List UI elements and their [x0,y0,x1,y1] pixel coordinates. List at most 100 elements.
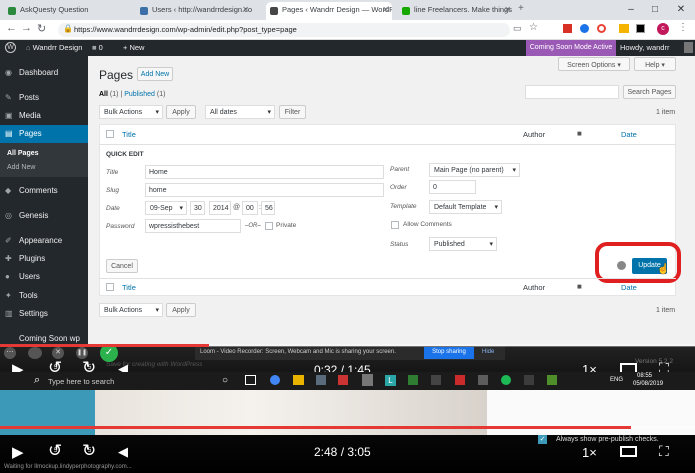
user-avatar[interactable] [684,42,693,53]
app-icon[interactable] [455,375,465,385]
language-indicator[interactable]: ENG [610,377,623,383]
extension-icon[interactable] [597,24,606,33]
app-icon[interactable] [338,375,348,385]
sidebar-subitem-add-new[interactable]: Add New [0,162,88,176]
add-new-button[interactable]: Add New [137,67,173,81]
day-input[interactable]: 30 [190,201,205,215]
extension-icon[interactable] [636,24,645,33]
status-select[interactable]: Published [429,237,497,251]
more-icon[interactable]: ⋯ [4,347,16,359]
sidebar-item-plugins[interactable]: ✚ Plugins [0,250,88,268]
play-icon[interactable]: ▶ [12,443,24,461]
volume-icon[interactable]: ◀ [118,444,128,460]
dates-select[interactable]: All dates [205,105,275,119]
task-view-icon[interactable] [245,375,256,385]
wordpress-logo-icon[interactable]: W [5,42,16,53]
browser-tab[interactable]: line Freelancers. Make things ha ✕ [398,2,514,20]
prepublish-checkbox[interactable]: ✓ [538,435,547,444]
address-bar[interactable]: 🔒 https://www.wandrrdesign.com/wp-admin/… [58,23,510,37]
filter-button[interactable]: Filter [279,105,306,119]
bookmark-star-icon[interactable]: ☆ [529,22,538,33]
slug-input[interactable]: home [145,183,384,197]
back-icon[interactable]: ← [6,22,17,34]
app-icon[interactable] [362,374,373,386]
filter-all-link[interactable]: All [99,91,108,98]
site-name-link[interactable]: ⌂ Wandrr Design [26,43,82,52]
sidebar-item-posts[interactable]: ✎ Posts [0,89,88,107]
camera-icon[interactable] [28,347,42,359]
tab-close-icon[interactable]: ✕ [382,5,389,14]
screen-options-button[interactable]: Screen Options ▾ [558,57,630,71]
howdy-user-link[interactable]: Howdy, wandrr [620,43,669,52]
taskbar-search[interactable]: Type here to search [48,377,114,386]
sidebar-item-tools[interactable]: ✦ Tools [0,287,88,305]
reload-icon[interactable]: ↻ [37,22,46,35]
cancel-button[interactable]: Cancel [106,259,138,273]
spotify-icon[interactable] [501,375,511,385]
sidebar-item-settings[interactable]: ▥ Settings [0,305,88,323]
video1-progress-track[interactable] [0,344,695,347]
browser-tab-active[interactable]: Pages ‹ Wandrr Design — WordP ✕ [266,2,392,20]
help-button[interactable]: Help ▾ [634,57,676,71]
app-icon[interactable] [547,375,557,385]
password-input[interactable]: wpressisthebest [145,219,241,233]
private-checkbox[interactable] [265,222,273,230]
tab-close-icon[interactable]: ✕ [242,5,249,14]
month-select[interactable]: 09-Sep [145,201,187,215]
apply-button[interactable]: Apply [166,105,196,119]
hour-input[interactable]: 00 [242,201,258,215]
bulk-actions-select-bottom[interactable]: Bulk Actions [99,303,163,317]
extension-icon[interactable] [619,24,629,33]
theater-mode-icon[interactable] [620,446,637,457]
folder-icon[interactable] [293,375,304,385]
select-all-checkbox[interactable] [106,130,114,138]
hide-button[interactable]: Hide [482,349,494,355]
order-input[interactable]: 0 [429,180,476,194]
coming-soon-badge[interactable]: Coming Soon Mode Active [526,40,616,56]
column-title[interactable]: Title [122,130,136,139]
select-all-checkbox-footer[interactable] [106,283,114,291]
new-content-link[interactable]: + New [123,43,144,52]
app-icon[interactable]: L [385,375,396,386]
app-icon[interactable] [316,375,326,385]
sidebar-item-users[interactable]: ● Users [0,268,88,286]
sidebar-subitem-all-pages[interactable]: All Pages [0,148,88,162]
apply-button-bottom[interactable]: Apply [166,303,196,317]
title-input[interactable]: Home [145,165,384,179]
bulk-actions-select[interactable]: Bulk Actions [99,105,163,119]
sidebar-item-media[interactable]: ▣ Media [0,107,88,125]
app-icon[interactable] [478,375,488,385]
column-date-footer[interactable]: Date [621,283,637,292]
stop-sharing-button[interactable]: Stop sharing [424,347,474,359]
template-select[interactable]: Default Template [429,200,502,214]
chrome-icon[interactable] [270,375,280,385]
video2-progress-track[interactable] [0,426,695,429]
sidebar-item-comments[interactable]: ◆ Comments [0,182,88,200]
minute-input[interactable]: 56 [261,201,275,215]
cortana-icon[interactable]: ○ [222,375,228,386]
tab-close-icon[interactable]: ✕ [504,5,511,14]
menu-icon[interactable]: ⋮ [678,22,688,33]
minimize-icon[interactable]: – [620,0,642,20]
browser-tab[interactable]: AskQuesty Questions Need Answ [4,2,88,20]
profile-avatar[interactable]: c [657,23,669,35]
window-close-icon[interactable]: ✕ [670,0,692,20]
extension-icon[interactable] [580,24,589,33]
sidebar-item-pages[interactable]: ▤ Pages [0,125,88,143]
search-pages-button[interactable]: Search Pages [623,85,676,99]
year-input[interactable]: 2014 [209,201,231,215]
sidebar-item-dashboard[interactable]: ◉ Dashboard [0,64,88,82]
column-title-footer[interactable]: Title [122,283,136,292]
search-pages-input[interactable] [525,85,619,99]
column-date[interactable]: Date [621,130,637,139]
sidebar-item-genesis[interactable]: ◎ Genesis [0,207,88,225]
filter-published-link[interactable]: Published [124,91,155,98]
new-tab-icon[interactable]: + [518,3,524,14]
app-icon[interactable] [431,375,441,385]
app-icon[interactable] [408,375,418,385]
extension-icon[interactable]: ▭ [513,23,522,34]
extension-icon[interactable] [563,24,572,33]
fullscreen-icon[interactable]: ⛶ [659,443,669,460]
app-icon[interactable] [524,375,534,385]
browser-tab[interactable]: Users ‹ http://wandrrdesign.com ✕ [136,2,252,20]
